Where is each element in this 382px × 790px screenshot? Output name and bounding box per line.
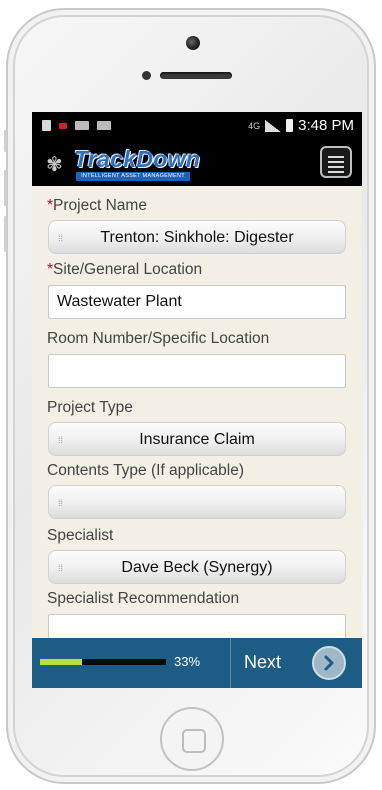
wizard-footer: 33% Next [32,638,362,688]
volume-up-button [4,170,7,206]
specialist-select[interactable]: ⁞⁞ Dave Beck (Synergy) [48,550,346,584]
status-time: 3:48 PM [298,117,354,134]
specialist-value: Dave Beck (Synergy) [121,559,273,576]
phone-screen: 4G 3:48 PM ✾ TrackDown INTELLIGENT ASSET… [32,112,362,688]
chevron-right-icon [324,655,334,671]
project-type-select[interactable]: ⁞⁞ Insurance Claim [48,422,346,456]
contents-type-label: Contents Type (If applicable) [47,462,245,479]
sd-card-icon [42,120,51,131]
sync-icon [75,121,89,130]
specialist-recommendation-input[interactable] [48,614,346,638]
progress-percent: 33% [174,654,201,669]
progress-bar [40,659,166,665]
home-button[interactable] [160,707,224,771]
mail-icon [97,121,111,130]
project-type-label: Project Type [47,399,133,416]
site-location-label: *Site/General Location [47,261,203,278]
earpiece-speaker [160,72,232,79]
proximity-sensor [142,71,151,80]
grip-icon: ⁞⁞ [58,563,64,573]
project-name-select[interactable]: ⁞⁞ Trenton: Sinkhole: Digester [48,220,346,254]
network-type: 4G [248,120,261,131]
grip-icon: ⁞⁞ [58,233,64,243]
progress-fill [40,659,82,665]
hamburger-menu-button[interactable] [320,146,352,178]
project-name-label: *Project Name [47,197,147,214]
signal-icon [265,119,282,132]
project-name-value: Trenton: Sinkhole: Digester [100,229,294,246]
next-label[interactable]: Next [244,652,281,673]
front-camera [186,36,200,50]
project-form: *Project Name ⁞⁞ Trenton: Sinkhole: Dige… [32,186,362,638]
mute-switch [4,130,7,152]
logo-icon: ✾ [46,154,63,176]
volume-down-button [4,216,7,252]
app-logo: TrackDown [74,146,201,172]
status-bar: 4G 3:48 PM [32,112,362,140]
site-location-input[interactable]: Wastewater Plant [48,285,346,319]
room-number-label: Room Number/Specific Location [47,330,270,347]
contents-type-select[interactable]: ⁞⁞ [48,485,346,519]
battery-icon [286,119,294,132]
footer-divider [230,638,231,688]
grip-icon: ⁞⁞ [58,498,64,508]
grip-icon: ⁞⁞ [58,435,64,445]
specialist-label: Specialist [47,527,114,544]
room-number-input[interactable] [48,354,346,388]
alert-icon [59,122,67,129]
specialist-recommendation-label: Specialist Recommendation [47,590,240,607]
app-header: ✾ TrackDown INTELLIGENT ASSET MANAGEMENT [32,140,362,186]
project-type-value: Insurance Claim [139,431,255,448]
app-logo-subtitle: INTELLIGENT ASSET MANAGEMENT [76,172,190,181]
next-button[interactable] [312,646,346,680]
